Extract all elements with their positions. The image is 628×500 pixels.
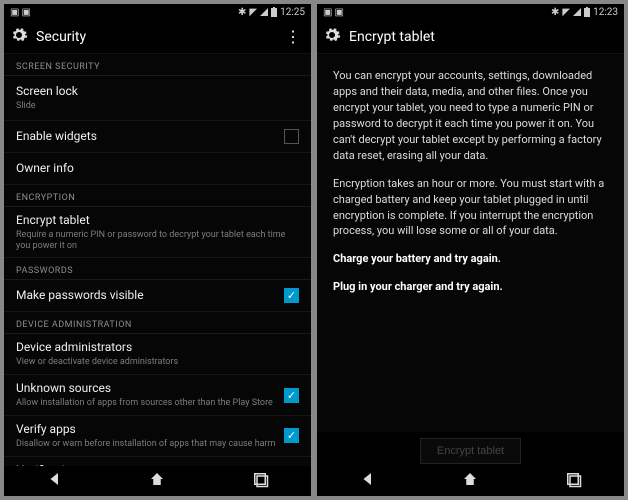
debug-icon: ▣ xyxy=(323,7,332,18)
home-icon[interactable] xyxy=(148,470,166,492)
signal-icon xyxy=(260,8,268,16)
row-title: Verify apps xyxy=(16,422,284,437)
settings-list[interactable]: SCREEN SECURITY Screen lock Slide Enable… xyxy=(4,54,311,466)
category-screen-security: SCREEN SECURITY xyxy=(4,54,311,76)
row-title: Encrypt tablet xyxy=(16,213,299,228)
row-unknown-sources[interactable]: Unknown sources Allow installation of ap… xyxy=(4,375,311,416)
row-subtitle: Allow installation of apps from sources … xyxy=(16,398,284,409)
category-encryption: ENCRYPTION xyxy=(4,185,311,207)
checkbox-verify-apps[interactable] xyxy=(284,428,299,443)
row-title: Make passwords visible xyxy=(16,288,284,303)
debug-icon: ▣ xyxy=(21,7,30,18)
action-bar: Security ⋮ xyxy=(4,20,311,54)
row-enable-widgets[interactable]: Enable widgets xyxy=(4,121,311,153)
row-encrypt-tablet[interactable]: Encrypt tablet Require a numeric PIN or … xyxy=(4,207,311,259)
encrypt-paragraph-2: Encryption takes an hour or more. You mu… xyxy=(333,176,608,240)
encrypt-tablet-button[interactable]: Encrypt tablet xyxy=(420,438,521,464)
recents-icon[interactable] xyxy=(251,470,269,492)
debug-icon: ▣ xyxy=(334,7,343,18)
back-icon[interactable] xyxy=(359,470,377,492)
back-icon[interactable] xyxy=(46,470,64,492)
row-subtitle: Disallow or warn before installation of … xyxy=(16,439,284,450)
left-device: ▣ ▣ ✱ ◤ 12:25 Security ⋮ SCREEN SECURITY… xyxy=(4,4,311,496)
battery-icon xyxy=(584,8,590,17)
row-title: Screen lock xyxy=(16,84,299,99)
signal-icon xyxy=(573,8,581,16)
page-title: Security xyxy=(36,29,86,45)
overflow-menu-icon[interactable]: ⋮ xyxy=(281,27,305,46)
clock: 12:23 xyxy=(593,7,618,18)
row-notification-access[interactable]: Notification access 1 app can read notif… xyxy=(4,457,311,466)
row-title: Enable widgets xyxy=(16,129,284,144)
row-verify-apps[interactable]: Verify apps Disallow or warn before inst… xyxy=(4,416,311,457)
checkbox-passwords-visible[interactable] xyxy=(284,288,299,303)
status-bar: ▣ ▣ ✱ ◤ 12:23 xyxy=(317,4,624,20)
debug-icon: ▣ xyxy=(10,7,19,18)
wifi-icon: ◤ xyxy=(562,7,570,18)
checkbox-unknown-sources[interactable] xyxy=(284,388,299,403)
action-bar: Encrypt tablet xyxy=(317,20,624,54)
row-title: Owner info xyxy=(16,161,299,176)
row-make-passwords-visible[interactable]: Make passwords visible xyxy=(4,280,311,312)
row-title: Device administrators xyxy=(16,340,299,355)
encrypt-warning-battery: Charge your battery and try again. xyxy=(333,251,608,267)
home-icon[interactable] xyxy=(461,470,479,492)
encrypt-warning-charger: Plug in your charger and try again. xyxy=(333,279,608,295)
bluetooth-icon: ✱ xyxy=(551,7,559,18)
row-title: Unknown sources xyxy=(16,381,284,396)
category-passwords: PASSWORDS xyxy=(4,258,311,280)
settings-icon[interactable] xyxy=(10,26,28,48)
page-title: Encrypt tablet xyxy=(349,29,435,45)
status-bar: ▣ ▣ ✱ ◤ 12:25 xyxy=(4,4,311,20)
navigation-bar xyxy=(317,466,624,496)
bluetooth-icon: ✱ xyxy=(238,7,246,18)
button-area: Encrypt tablet xyxy=(317,432,624,466)
row-device-administrators[interactable]: Device administrators View or deactivate… xyxy=(4,334,311,375)
row-subtitle: Slide xyxy=(16,101,299,112)
row-subtitle: View or deactivate device administrators xyxy=(16,357,299,368)
wifi-icon: ◤ xyxy=(249,7,257,18)
row-screen-lock[interactable]: Screen lock Slide xyxy=(4,76,311,121)
encrypt-paragraph-1: You can encrypt your accounts, settings,… xyxy=(333,68,608,164)
encrypt-content: You can encrypt your accounts, settings,… xyxy=(317,54,624,432)
navigation-bar xyxy=(4,466,311,496)
right-device: ▣ ▣ ✱ ◤ 12:23 Encrypt tablet You can enc… xyxy=(317,4,624,496)
clock: 12:25 xyxy=(280,7,305,18)
battery-icon xyxy=(271,8,277,17)
row-owner-info[interactable]: Owner info xyxy=(4,153,311,185)
recents-icon[interactable] xyxy=(564,470,582,492)
settings-icon[interactable] xyxy=(323,26,341,48)
row-subtitle: Require a numeric PIN or password to dec… xyxy=(16,230,299,252)
category-device-admin: DEVICE ADMINISTRATION xyxy=(4,312,311,334)
checkbox-enable-widgets[interactable] xyxy=(284,129,299,144)
